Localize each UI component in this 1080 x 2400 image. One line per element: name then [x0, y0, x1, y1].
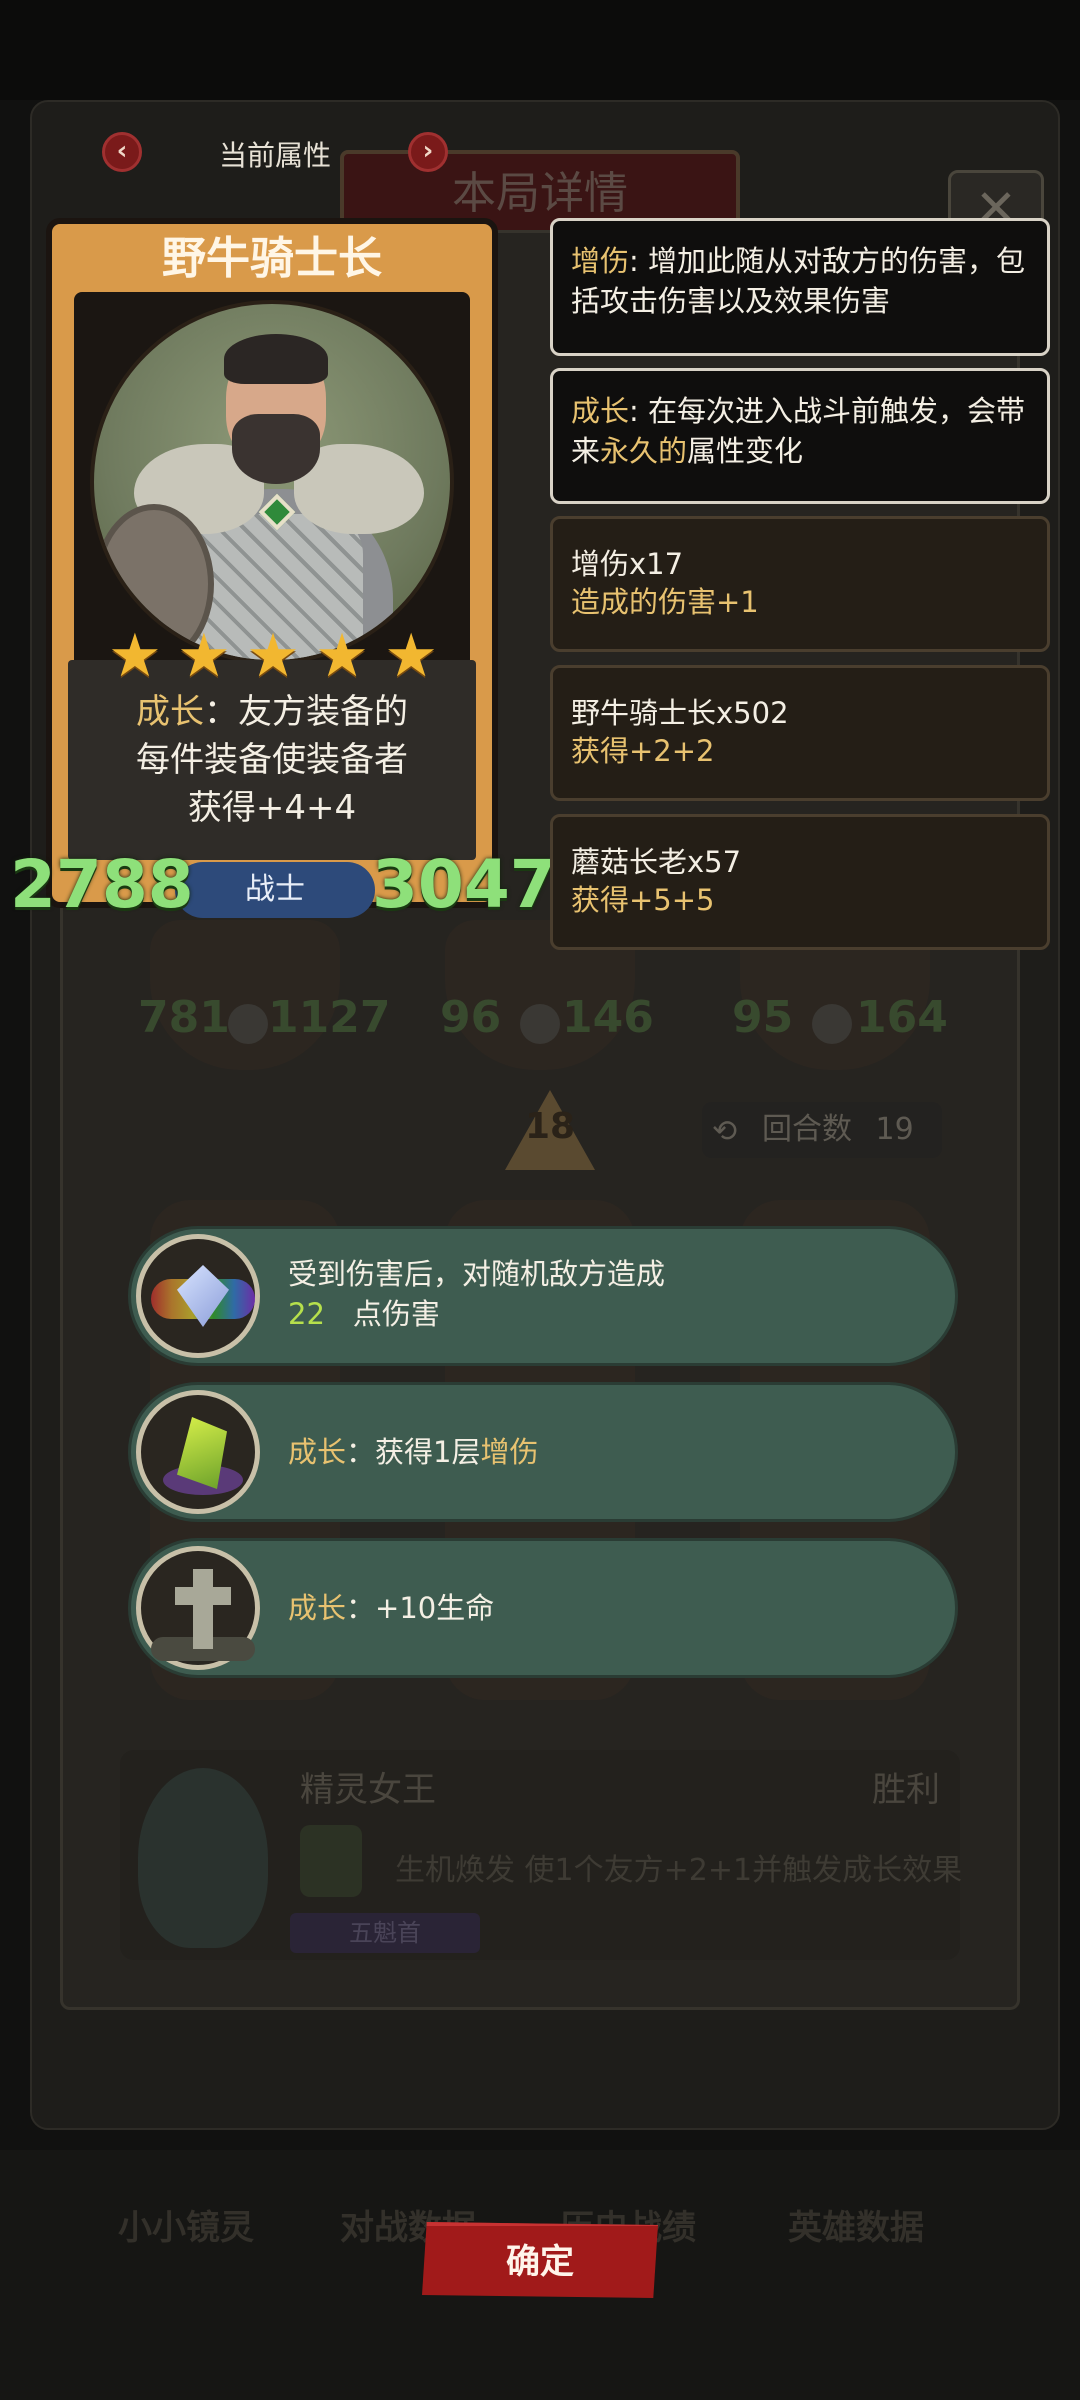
tooltip-keyword: 增伤: [571, 244, 630, 278]
round-value: 19: [875, 1112, 914, 1147]
elf-queen-avatar: [138, 1768, 268, 1948]
board-minion-atk: 781: [138, 992, 230, 1043]
effect-line: 受到伤害后，对随机敌方造成: [288, 1257, 666, 1291]
board-minion-hp: 1127: [268, 992, 391, 1043]
desc-line: 获得+4+4: [187, 788, 357, 828]
effect-value: 22: [288, 1297, 325, 1331]
skull-icon: [812, 1004, 852, 1044]
buff-source-item: 野牛骑士长x502 获得+2+2: [550, 665, 1050, 801]
next-arrow-button[interactable]: ›: [408, 132, 448, 172]
round-counter: 回合数 19: [702, 1102, 942, 1158]
effect-text: 受到伤害后，对随机敌方造成 22 点伤害: [288, 1254, 665, 1334]
board-minion-atk: 96: [440, 992, 502, 1043]
buff-source-effect: 获得+2+2: [571, 734, 715, 768]
health-stat: 3047: [372, 846, 556, 923]
top-bar: [0, 0, 1080, 100]
log-hero-name: 精灵女王: [300, 1770, 436, 1810]
star-icon: ★: [177, 621, 231, 691]
buff-source-effect: 造成的伤害+1: [571, 585, 759, 619]
log-result: 胜利: [872, 1770, 940, 1810]
tooltip-damage-boost: 增伤: 增加此随从对敌方的伤害，包括攻击伤害以及效果伤害: [550, 218, 1050, 356]
skull-icon: [520, 1004, 560, 1044]
star-icon: ★: [246, 621, 300, 691]
round-label: 回合数: [762, 1112, 852, 1147]
effect-text: 成长：+10生命: [288, 1588, 494, 1628]
desc-line: 每件装备使装备者: [136, 740, 408, 780]
effect-line: ：+10生命: [346, 1591, 495, 1625]
nav-tab[interactable]: 英雄数据: [788, 2200, 924, 2249]
log-badge: 五魁首: [290, 1913, 480, 1953]
green-crystal-icon: [136, 1390, 260, 1514]
buff-source-item: 增伤x17 造成的伤害+1: [550, 516, 1050, 652]
effect-keyword: 成长: [288, 1591, 347, 1625]
buff-source-name: 野牛骑士长x502: [571, 696, 789, 730]
tooltip-text: : 增加此随从对敌方的伤害，包括攻击伤害以及效果伤害: [571, 244, 1026, 318]
hero-power-icon: [300, 1825, 362, 1897]
board-minion-hp: 164: [856, 992, 948, 1043]
effect-line: ：获得1层: [346, 1435, 481, 1469]
star-icon: ★: [384, 621, 438, 691]
effect-keyword: 成长: [288, 1435, 347, 1469]
turn-arrow-number: 18: [524, 1106, 576, 1147]
effect-highlight: 增伤: [480, 1435, 539, 1469]
card-name: 野牛骑士长: [162, 233, 382, 284]
tooltip-highlight: 永久的: [600, 434, 688, 468]
header-title: 当前属性: [218, 139, 331, 172]
star-rating: ★ ★ ★ ★ ★: [108, 626, 438, 686]
prev-arrow-button[interactable]: ‹: [102, 132, 142, 172]
buff-source-name: 蘑菇长老x57: [571, 845, 742, 879]
desc-text: ：友方装备的: [204, 692, 408, 732]
class-badge: 战士: [175, 862, 375, 918]
tooltip-growth: 成长: 在每次进入战斗前触发，会带来永久的属性变化: [550, 368, 1050, 504]
effect-line: 点伤害: [352, 1297, 440, 1331]
buff-source-name: 增伤x17: [571, 547, 684, 581]
tooltip-keyword: 成长: [571, 394, 630, 428]
tombstone-cross-icon: [136, 1546, 260, 1670]
confirm-button[interactable]: 确定: [422, 2222, 658, 2298]
tooltip-text: 属性变化: [687, 434, 804, 468]
buff-source-effect: 获得+5+5: [571, 883, 715, 917]
buff-source-item: 蘑菇长老x57 获得+5+5: [550, 814, 1050, 950]
star-icon: ★: [315, 621, 369, 691]
desc-keyword: 成长: [136, 692, 204, 732]
nav-tab[interactable]: 小小镜灵: [118, 2200, 254, 2249]
rainbow-crystal-icon: [136, 1234, 260, 1358]
effect-text: 成长：获得1层增伤: [288, 1432, 538, 1472]
attack-stat: 2788: [10, 846, 194, 923]
card-description: 成长：友方装备的 每件装备使装备者 获得+4+4: [80, 688, 464, 832]
skull-icon: [228, 1004, 268, 1044]
log-description: 生机焕发 使1个友方+2+1并触发成长效果: [395, 1853, 963, 1888]
board-minion-hp: 146: [562, 992, 654, 1043]
refresh-icon: ⟲: [712, 1114, 738, 1149]
board-minion-atk: 95: [732, 992, 794, 1043]
bison-knight-portrait: [90, 300, 454, 664]
star-icon: ★: [108, 621, 162, 691]
